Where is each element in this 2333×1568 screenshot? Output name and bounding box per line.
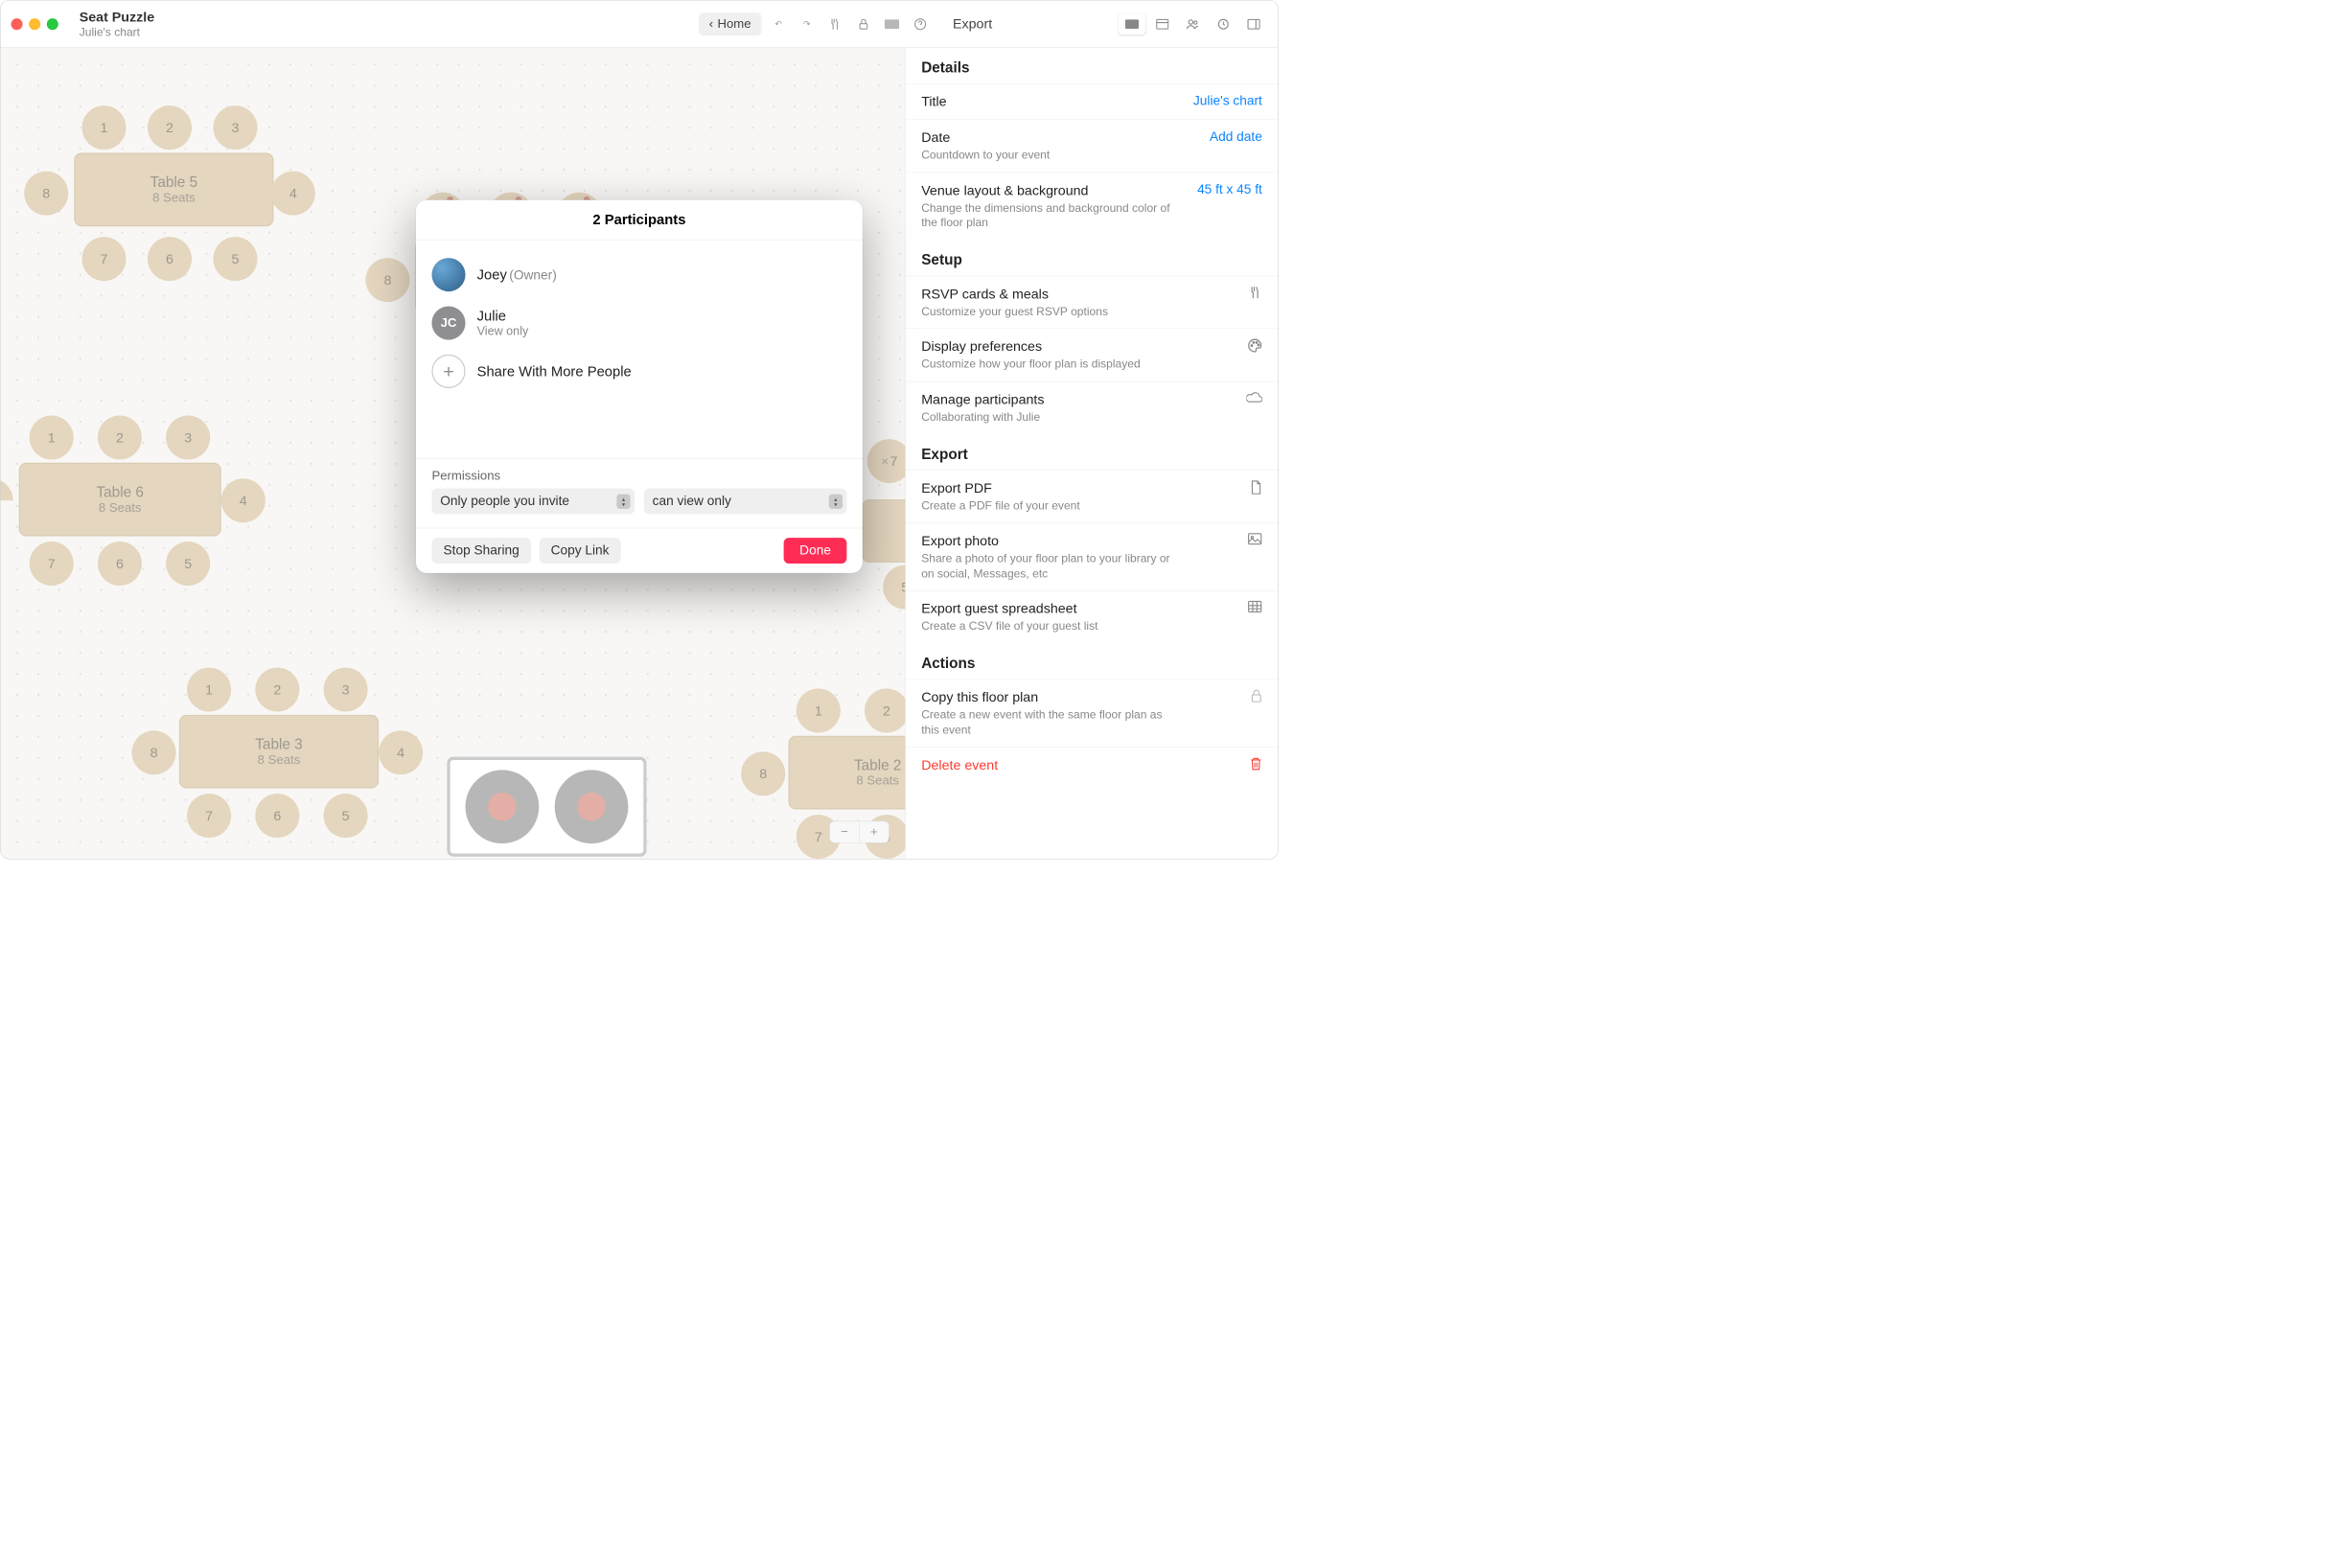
avatar: JC xyxy=(431,306,465,339)
modal-title: 2 Participants xyxy=(416,200,863,241)
avatar xyxy=(431,258,465,291)
participant-row[interactable]: JC Julie View only xyxy=(431,299,846,347)
participant-row[interactable]: Joey (Owner) xyxy=(431,250,846,298)
permissions-label: Permissions xyxy=(431,469,846,483)
participant-role: (Owner) xyxy=(509,267,556,282)
participant-permission: View only xyxy=(477,324,529,338)
stepper-icon xyxy=(616,494,630,508)
done-button[interactable]: Done xyxy=(784,538,847,564)
stepper-icon xyxy=(829,494,843,508)
modal-backdrop: 2 Participants Joey (Owner) JC Julie Vie… xyxy=(1,1,1279,859)
copy-link-button[interactable]: Copy Link xyxy=(540,538,621,564)
permission-who-select[interactable]: Only people you invite xyxy=(431,489,635,515)
share-more-label: Share With More People xyxy=(477,363,632,380)
participant-name: Julie xyxy=(477,308,529,324)
permission-level-select[interactable]: can view only xyxy=(644,489,847,515)
plus-icon: + xyxy=(431,355,465,388)
stop-sharing-button[interactable]: Stop Sharing xyxy=(431,538,530,564)
participant-name: Joey xyxy=(477,266,507,282)
participants-modal: 2 Participants Joey (Owner) JC Julie Vie… xyxy=(416,200,863,573)
share-more-row[interactable]: + Share With More People xyxy=(431,347,846,395)
